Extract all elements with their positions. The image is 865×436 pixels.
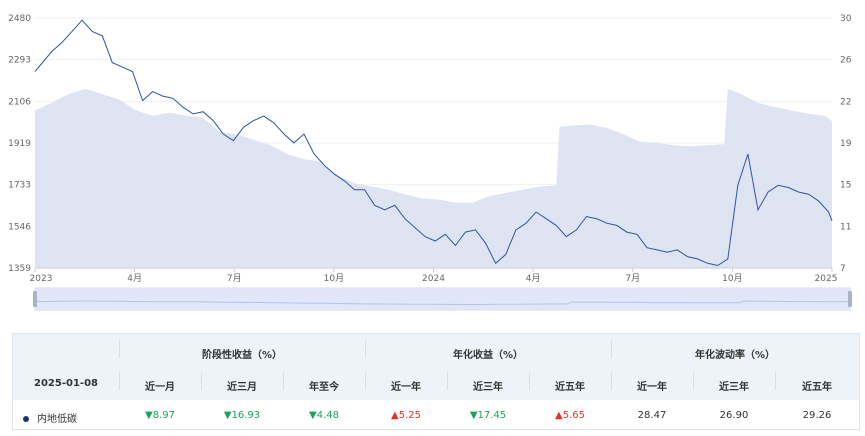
x-tick-label: 2023 [30, 274, 53, 284]
x-tick-label: 2024 [422, 274, 445, 284]
slider-selection [35, 288, 850, 310]
y-left-tick-label: 1359 [8, 264, 31, 274]
column-header: 近三月 [227, 382, 257, 393]
row-name: 内地低碳 [23, 410, 119, 425]
column-header: 近三年 [719, 382, 749, 393]
y-right-tick-label: 7 [840, 264, 846, 274]
x-tick-label: 7月 [227, 273, 242, 284]
value-cell: 26.90 [693, 410, 775, 421]
x-tick-label: 10月 [722, 273, 742, 284]
index-chart: 2480 302293 262106 221919 191733 151546 111359… [8, 14, 852, 311]
value-cell: 28.47 [611, 410, 693, 421]
value-text: 17.45 [477, 410, 507, 421]
group-header-volatility: 年化波动率（%） [694, 350, 776, 361]
y-left-tick-label: 1546 [8, 222, 31, 232]
value-text: 26.90 [719, 410, 749, 421]
series-marker [23, 416, 29, 422]
value-text: 16.93 [231, 410, 261, 421]
zoom-slider[interactable] [33, 287, 852, 311]
column-header: 年至今 [309, 382, 339, 393]
y-left-tick-label: 2106 [8, 97, 31, 107]
y-left-tick-label: 2293 [8, 56, 31, 66]
y-right-tick-label: 22 [840, 97, 851, 107]
value-cell: ▲5.65 [529, 410, 611, 421]
value-text: 29.26 [802, 410, 832, 421]
value-cell: ▲5.25 [365, 410, 447, 421]
volatility-area [35, 88, 832, 268]
y-left-tick-label: 1733 [8, 181, 31, 191]
x-tick-label: 2025 [815, 274, 838, 284]
column-header: 近三年 [473, 382, 503, 393]
column-header: 近一年 [637, 382, 667, 393]
value-cell: 29.26 [775, 410, 859, 421]
x-tick-label: 4月 [526, 273, 541, 284]
column-header: 近一年 [391, 382, 421, 393]
slider-handle-left[interactable] [33, 291, 37, 307]
value-cell: ▼8.97 [119, 410, 201, 421]
column-header: 近一月 [145, 382, 175, 393]
value-cell: ▼4.48 [283, 410, 365, 421]
value-text: 5.65 [562, 410, 585, 421]
group-header-period: 阶段性收益（%） [201, 350, 283, 361]
down-arrow-icon: ▼ [223, 410, 232, 421]
row-name-label: 内地低碳 [37, 414, 77, 425]
x-tick-label: 4月 [127, 273, 142, 284]
column-header: 近五年 [802, 382, 832, 393]
down-arrow-icon: ▼ [145, 410, 153, 421]
x-tick-label: 10月 [324, 273, 344, 284]
returns-table: 阶段性收益（%） 年化收益（%） 年化波动率（%） 2025-01-08 近一月… [12, 333, 860, 430]
y-right-tick-label: 15 [840, 181, 851, 191]
up-arrow-icon: ▲ [391, 410, 399, 421]
value-cell: ▼16.93 [201, 410, 283, 421]
value-text: 8.97 [152, 410, 175, 421]
y-right-tick-label: 26 [840, 56, 852, 66]
value-text: 5.25 [398, 410, 421, 421]
down-arrow-icon: ▼ [309, 410, 317, 421]
y-right-tick-label: 30 [840, 14, 852, 24]
y-left-tick-label: 2480 [8, 14, 31, 24]
y-right-tick-label: 11 [840, 222, 851, 232]
column-header: 近五年 [555, 382, 585, 393]
down-arrow-icon: ▼ [469, 410, 478, 421]
up-arrow-icon: ▲ [555, 410, 563, 421]
y-left-tick-label: 1919 [8, 139, 31, 149]
y-right-tick-label: 19 [840, 139, 852, 149]
x-tick-label: 7月 [625, 273, 640, 284]
value-cell: ▼17.45 [447, 410, 529, 421]
group-header-annual-return: 年化收益（%） [452, 350, 524, 361]
value-text: 4.48 [316, 410, 339, 421]
date-header: 2025-01-08 [34, 378, 98, 389]
slider-handle-right[interactable] [848, 291, 852, 307]
value-text: 28.47 [637, 410, 667, 421]
